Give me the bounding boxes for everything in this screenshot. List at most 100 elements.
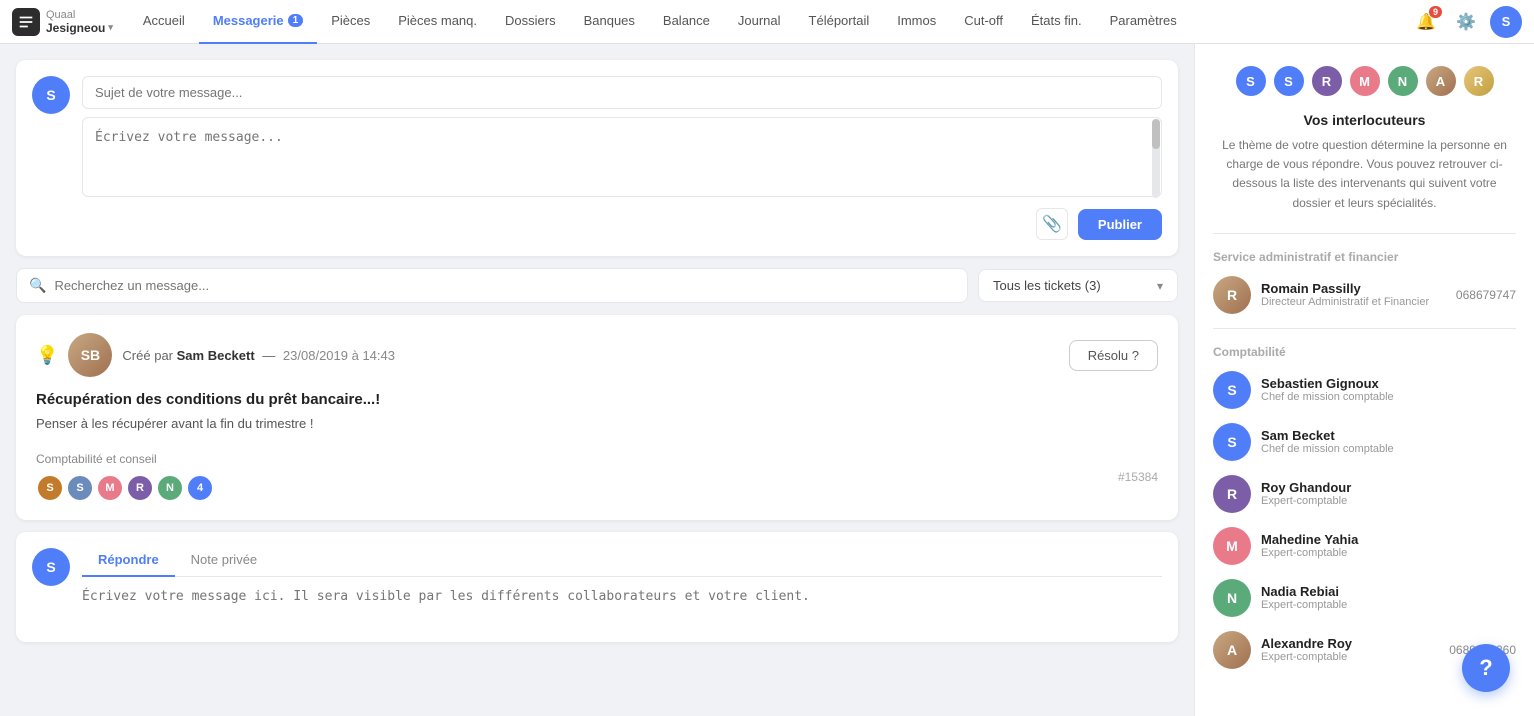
compose-scrollbar-thumb xyxy=(1152,119,1160,149)
interlocutor-sam: S Sam Becket Chef de mission comptable xyxy=(1213,423,1516,461)
section-label-compta: Comptabilité xyxy=(1213,345,1516,359)
nav-link-banques[interactable]: Banques xyxy=(570,0,649,44)
nav-link-messagerie[interactable]: Messagerie 1 xyxy=(199,0,317,44)
ticket-card: 💡 SB Créé par Sam Beckett — 23/08/2019 à… xyxy=(16,315,1178,520)
nav-links: Accueil Messagerie 1 Pièces Pièces manq.… xyxy=(129,0,1406,44)
section-label-admin: Service administratif et financier xyxy=(1213,250,1516,264)
nav-link-dossiers[interactable]: Dossiers xyxy=(491,0,570,44)
filter-label: Tous les tickets (3) xyxy=(993,278,1101,293)
notifications-button[interactable]: 🔔 9 xyxy=(1410,6,1442,38)
sebastien-info: Sebastien Gignoux Chef de mission compta… xyxy=(1261,376,1516,403)
top-nav: Quaal Jesigneou ▾ Accueil Messagerie 1 P… xyxy=(0,0,1534,44)
ticket-header: 💡 SB Créé par Sam Beckett — 23/08/2019 à… xyxy=(36,333,1158,377)
main-layout: S 📎 Publier 🔍 xyxy=(0,44,1534,716)
reply-tab-note-privee[interactable]: Note privée xyxy=(175,544,273,577)
nav-right-actions: 🔔 9 ⚙️ S xyxy=(1410,6,1522,38)
mahedine-role: Expert-comptable xyxy=(1261,547,1516,559)
ticket-participants: S S M R N 4 xyxy=(36,474,214,502)
sam-name: Sam Becket xyxy=(1261,428,1516,443)
help-button[interactable]: ? xyxy=(1462,644,1510,692)
compose-avatar: S xyxy=(32,76,70,114)
search-box: 🔍 xyxy=(16,268,968,303)
inter-avatar-7: R xyxy=(1462,64,1496,98)
interlocutor-mahedine: M Mahedine Yahia Expert-comptable xyxy=(1213,527,1516,565)
inter-avatar-2: S xyxy=(1272,64,1306,98)
company-switcher[interactable]: Quaal Jesigneou ▾ xyxy=(46,9,113,35)
ticket-footer-left: Comptabilité et conseil S S M R N 4 xyxy=(36,452,214,502)
participant-avatar-2: S xyxy=(66,474,94,502)
nav-logo[interactable]: Quaal Jesigneou ▾ xyxy=(12,8,113,36)
roy-role: Expert-comptable xyxy=(1261,495,1516,507)
interlocutor-nadia: N Nadia Rebiai Expert-comptable xyxy=(1213,579,1516,617)
attach-button[interactable]: 📎 xyxy=(1036,208,1068,240)
participant-avatar-4: R xyxy=(126,474,154,502)
reply-tab-repondre[interactable]: Répondre xyxy=(82,544,175,577)
nadia-avatar: N xyxy=(1213,579,1251,617)
compose-scrollbar[interactable] xyxy=(1152,119,1160,198)
nav-link-journal[interactable]: Journal xyxy=(724,0,795,44)
app-logo-icon xyxy=(12,8,40,36)
search-input[interactable] xyxy=(54,278,955,293)
alexandre-role: Expert-comptable xyxy=(1261,651,1439,663)
alexandre-name: Alexandre Roy xyxy=(1261,636,1439,651)
ticket-title: Récupération des conditions du prêt banc… xyxy=(36,391,1158,408)
notifications-badge: 9 xyxy=(1429,6,1442,18)
compose-form: 📎 Publier xyxy=(82,76,1162,240)
compose-subject-input[interactable] xyxy=(82,76,1162,109)
sam-info: Sam Becket Chef de mission comptable xyxy=(1261,428,1516,455)
search-filter-row: 🔍 Tous les tickets (3) ▾ xyxy=(16,268,1178,303)
interlocutor-romain: R Romain Passilly Directeur Administrati… xyxy=(1213,276,1516,314)
compose-body-wrapper xyxy=(82,117,1162,200)
compose-body-input[interactable] xyxy=(82,117,1162,197)
user-avatar[interactable]: S xyxy=(1490,6,1522,38)
filter-dropdown[interactable]: Tous les tickets (3) ▾ xyxy=(978,269,1178,302)
inter-avatar-5: N xyxy=(1386,64,1420,98)
sebastien-name: Sebastien Gignoux xyxy=(1261,376,1516,391)
ticket-created-label: Créé par xyxy=(122,348,173,363)
nav-link-balance[interactable]: Balance xyxy=(649,0,724,44)
nav-link-immos[interactable]: Immos xyxy=(883,0,950,44)
resolve-button[interactable]: Résolu ? xyxy=(1069,340,1158,371)
company-label: Quaal xyxy=(46,9,113,21)
mahedine-name: Mahedine Yahia xyxy=(1261,532,1516,547)
nav-link-teleportail[interactable]: Téléportail xyxy=(795,0,884,44)
ticket-author-name: Sam Beckett xyxy=(177,348,255,363)
roy-name: Roy Ghandour xyxy=(1261,480,1516,495)
filter-chevron-icon: ▾ xyxy=(1157,279,1163,293)
mahedine-avatar: M xyxy=(1213,527,1251,565)
inter-avatar-4: M xyxy=(1348,64,1382,98)
inter-avatar-1: S xyxy=(1234,64,1268,98)
company-user: Jesigneou ▾ xyxy=(46,21,113,35)
messagerie-badge: 1 xyxy=(288,14,304,27)
reply-avatar: S xyxy=(32,548,70,586)
roy-info: Roy Ghandour Expert-comptable xyxy=(1261,480,1516,507)
sam-avatar: S xyxy=(1213,423,1251,461)
ticket-author-avatar: SB xyxy=(68,333,112,377)
nav-link-etats-fin[interactable]: États fin. xyxy=(1017,0,1096,44)
ticket-dash: — xyxy=(262,348,275,363)
settings-button[interactable]: ⚙️ xyxy=(1450,6,1482,38)
participant-avatar-5: N xyxy=(156,474,184,502)
participant-count: 4 xyxy=(186,474,214,502)
nav-link-parametres[interactable]: Paramètres xyxy=(1096,0,1191,44)
nav-link-pieces-manq[interactable]: Pièces manq. xyxy=(384,0,491,44)
participant-avatar-1: S xyxy=(36,474,64,502)
nadia-name: Nadia Rebiai xyxy=(1261,584,1516,599)
reply-body-input[interactable] xyxy=(82,587,1162,627)
interlocutors-desc: Le thème de votre question détermine la … xyxy=(1213,136,1516,213)
interlocutor-sebastien: S Sebastien Gignoux Chef de mission comp… xyxy=(1213,371,1516,409)
divider-1 xyxy=(1213,233,1516,234)
ticket-id: #15384 xyxy=(1118,470,1158,484)
inter-avatar-3: R xyxy=(1310,64,1344,98)
interlocutors-avatars: S S R M N A R xyxy=(1213,64,1516,98)
search-icon: 🔍 xyxy=(29,277,46,294)
attach-icon: 📎 xyxy=(1042,214,1062,234)
sebastien-role: Chef de mission comptable xyxy=(1261,391,1516,403)
nav-link-accueil[interactable]: Accueil xyxy=(129,0,199,44)
nadia-info: Nadia Rebiai Expert-comptable xyxy=(1261,584,1516,611)
company-chevron-icon: ▾ xyxy=(108,22,113,33)
nav-link-cutoff[interactable]: Cut-off xyxy=(950,0,1017,44)
interlocutor-roy: R Roy Ghandour Expert-comptable xyxy=(1213,475,1516,513)
publish-button[interactable]: Publier xyxy=(1078,209,1162,240)
nav-link-pieces[interactable]: Pièces xyxy=(317,0,384,44)
